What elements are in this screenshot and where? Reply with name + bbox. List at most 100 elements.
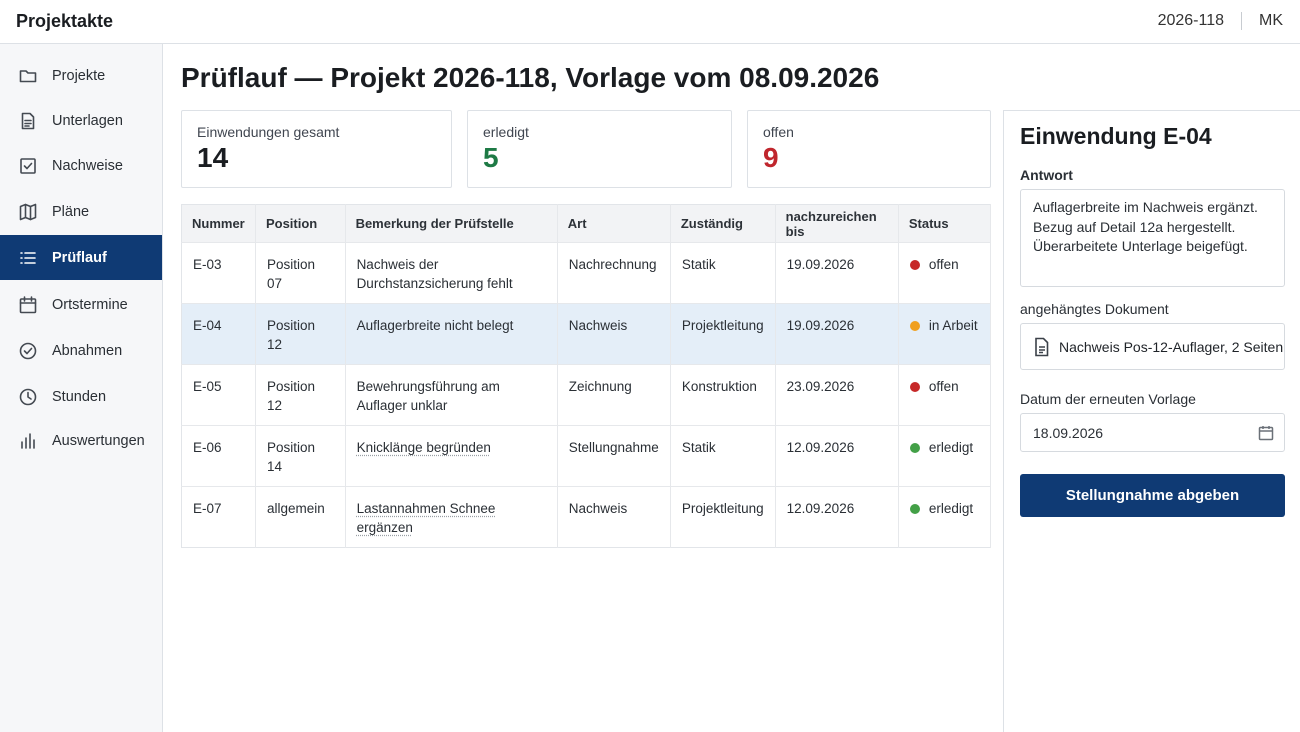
sidebar-item-prueflauf[interactable]: Prüflauf xyxy=(0,235,162,280)
cell-status: in Arbeit xyxy=(898,303,992,365)
status-label: offen xyxy=(928,379,959,394)
cell-status: offen xyxy=(898,364,992,426)
cell-bis: 12.09.2026 xyxy=(775,425,899,487)
check-circle-icon xyxy=(18,341,38,361)
sidebar-item-plaene[interactable]: Pläne xyxy=(0,189,162,234)
stat-value: 9 xyxy=(763,142,779,173)
submit-statement-button[interactable]: Stellungnahme abgeben xyxy=(1020,474,1285,517)
project-id: 2026-118 xyxy=(1157,12,1224,29)
top-right-info: 2026-118 MK xyxy=(1158,12,1283,30)
cell-nummer: E-07 xyxy=(181,486,256,548)
cell-position: Position 14 xyxy=(255,425,346,487)
column-header-position[interactable]: Position xyxy=(255,204,346,243)
cell-bemerkung: Auflagerbreite nicht belegt xyxy=(345,303,558,365)
sidebar-item-stunden[interactable]: Stunden xyxy=(0,374,162,419)
sidebar-item-label: Auswertungen xyxy=(52,432,145,449)
cell-position: Position 07 xyxy=(255,242,346,304)
cell-art: Nachweis xyxy=(557,303,671,365)
table-row[interactable]: E-05 Position 12 Bewehrungsführung am Au… xyxy=(181,364,992,426)
calendar-icon[interactable] xyxy=(1258,425,1274,441)
stat-card-done: erledigt 5 xyxy=(467,110,732,188)
sidebar-item-unterlagen[interactable]: Unterlagen xyxy=(0,98,162,143)
column-header-nummer[interactable]: Nummer xyxy=(181,204,256,243)
checkbox-icon xyxy=(18,156,38,176)
column-header-bemerkung[interactable]: Bemerkung der Prüfstelle xyxy=(345,204,558,243)
calendar-icon xyxy=(18,295,38,315)
map-icon xyxy=(18,202,38,222)
sidebar-item-label: Abnahmen xyxy=(52,342,123,359)
date-label: Datum der erneuten Vorlage xyxy=(1020,391,1196,407)
status-dot-red xyxy=(909,382,920,392)
table-row[interactable]: E-06 Position 14 Knicklänge begründen St… xyxy=(181,425,992,487)
cell-bemerkung: Nachweis der Durchstanzsicherung fehlt xyxy=(345,242,558,304)
sidebar-item-label: Ortstermine xyxy=(52,296,128,313)
status-label: erledigt xyxy=(928,501,974,516)
cell-zustaendig: Statik xyxy=(670,425,776,487)
cell-art: Zeichnung xyxy=(557,364,671,426)
attachment-name: Nachweis Pos-12-Auflager, 2 Seiten xyxy=(1059,338,1284,355)
sidebar-item-label: Prüflauf xyxy=(52,249,107,266)
cell-status: erledigt xyxy=(898,425,992,487)
sidebar-item-label: Pläne xyxy=(52,203,90,220)
sidebar-item-nachweise[interactable]: Nachweise xyxy=(0,143,162,188)
divider xyxy=(1241,12,1242,30)
cell-nummer: E-06 xyxy=(181,425,256,487)
column-header-zustaendig[interactable]: Zuständig xyxy=(670,204,776,243)
status-dot-red xyxy=(909,260,920,270)
bemerkung-text: Lastannahmen Schnee ergänzen xyxy=(356,501,496,535)
column-header-bis[interactable]: nachzureichen bis xyxy=(775,204,899,243)
clock-icon xyxy=(18,387,38,407)
cell-art: Nachweis xyxy=(557,486,671,548)
cell-zustaendig: Projektleitung xyxy=(670,486,776,548)
cell-zustaendig: Statik xyxy=(670,242,776,304)
cell-bis: 23.09.2026 xyxy=(775,364,899,426)
sidebar-item-label: Unterlagen xyxy=(52,112,123,129)
date-input[interactable] xyxy=(1033,424,1233,441)
table-row[interactable]: E-07 allgemein Lastannahmen Schnee ergän… xyxy=(181,486,992,548)
table-row[interactable]: E-03 Position 07 Nachweis der Durchstanz… xyxy=(181,242,992,304)
cell-nummer: E-05 xyxy=(181,364,256,426)
cell-bemerkung: Knicklänge begründen xyxy=(345,425,558,487)
sidebar-item-auswertungen[interactable]: Auswertungen xyxy=(0,418,162,463)
objections-table: Nummer Position Bemerkung der Prüfstelle… xyxy=(181,204,992,548)
column-header-status[interactable]: Status xyxy=(898,204,992,243)
document-icon xyxy=(1035,337,1049,356)
cell-status: erledigt xyxy=(898,486,992,548)
bemerkung-text: Knicklänge begründen xyxy=(356,440,491,455)
stat-card-total: Einwendungen gesamt 14 xyxy=(181,110,452,188)
page-title: Prüflauf — Projekt 2026-118, Vorlage vom… xyxy=(181,62,880,93)
status-label: in Arbeit xyxy=(928,318,978,333)
table-row-selected[interactable]: E-04 Position 12 Auflagerbreite nicht be… xyxy=(181,303,992,365)
status-label: offen xyxy=(928,257,959,272)
cell-position: Position 12 xyxy=(255,364,346,426)
date-field[interactable] xyxy=(1020,413,1285,452)
sidebar-item-abnahmen[interactable]: Abnahmen xyxy=(0,328,162,373)
cell-bis: 19.09.2026 xyxy=(775,303,899,365)
cell-bemerkung: Bewehrungsführung am Auflager unklar xyxy=(345,364,558,426)
cell-nummer: E-03 xyxy=(181,242,256,304)
answer-label: Antwort xyxy=(1020,167,1073,183)
sidebar-item-projekte[interactable]: Projekte xyxy=(0,53,162,98)
status-dot-orange xyxy=(909,321,920,331)
column-header-art[interactable]: Art xyxy=(557,204,671,243)
sidebar-item-label: Stunden xyxy=(52,388,107,405)
sidebar: Projekte Unterlagen Nachweise Pläne Prüf… xyxy=(0,44,163,732)
attachment-label: angehängtes Dokument xyxy=(1020,301,1169,317)
attachment-document[interactable]: Nachweis Pos-12-Auflager, 2 Seiten xyxy=(1020,323,1285,370)
answer-textarea[interactable]: Auflagerbreite im Nachweis ergänzt. Bezu… xyxy=(1020,189,1285,287)
app-title: Projektakte xyxy=(16,11,114,31)
table-header-row: Nummer Position Bemerkung der Prüfstelle… xyxy=(181,204,992,243)
stat-value: 5 xyxy=(483,142,499,173)
cell-nummer: E-04 xyxy=(181,303,256,365)
user-avatar[interactable]: MK xyxy=(1259,12,1283,30)
list-icon xyxy=(18,248,38,268)
status-label: erledigt xyxy=(928,440,974,455)
cell-zustaendig: Konstruktion xyxy=(670,364,776,426)
bar-chart-icon xyxy=(18,431,38,451)
cell-zustaendig: Projektleitung xyxy=(670,303,776,365)
sidebar-item-ortstermine[interactable]: Ortstermine xyxy=(0,282,162,327)
stat-label: Einwendungen gesamt xyxy=(197,124,340,140)
stat-label: erledigt xyxy=(483,124,529,140)
document-icon xyxy=(18,111,38,131)
stat-label: offen xyxy=(763,124,794,140)
